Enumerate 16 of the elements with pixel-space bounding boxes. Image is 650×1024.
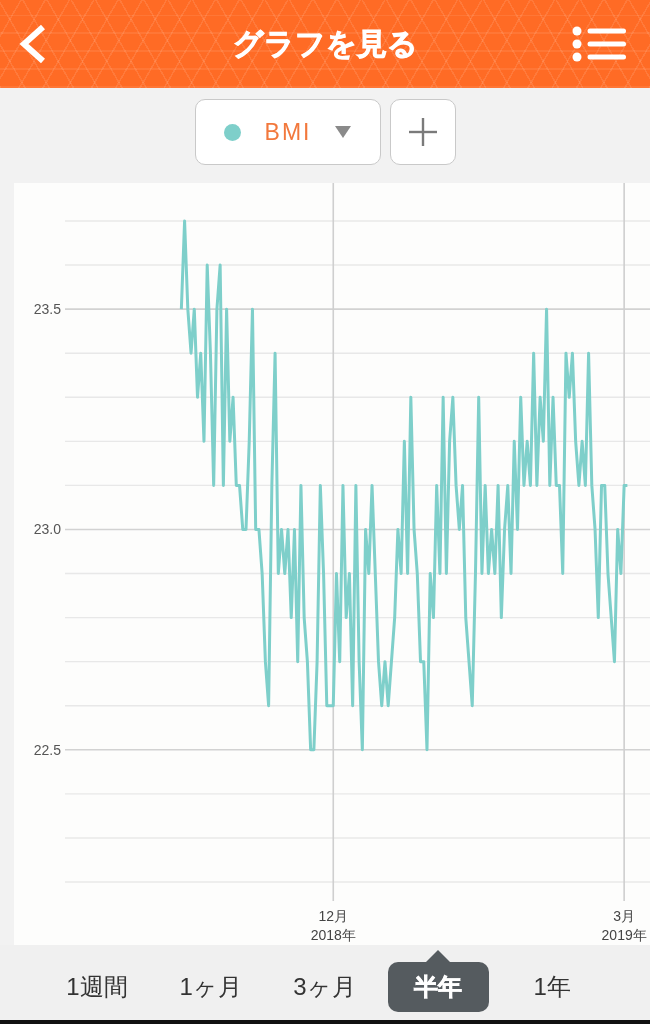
add-button[interactable] <box>389 99 456 165</box>
x-axis-label: 12月 2018年 <box>310 908 356 943</box>
y-axis-label: 23.5 <box>33 301 61 318</box>
y-axis-label: 23.0 <box>33 521 61 538</box>
period-tab[interactable]: 1週間 <box>46 962 148 1012</box>
y-axis-label: 22.5 <box>33 741 61 758</box>
period-tab[interactable]: 1年 <box>501 962 603 1012</box>
back-icon <box>18 24 46 64</box>
plus-icon <box>408 118 437 146</box>
caret-icon <box>335 126 352 138</box>
x-axis-label: 3月 2019年 <box>601 908 647 943</box>
selection-pointer-icon <box>425 950 452 963</box>
page-title: グラフを見る <box>232 26 418 62</box>
period-tab[interactable]: 3ヶ月 <box>274 962 375 1012</box>
period-tab[interactable]: 1ヶ月 <box>160 962 262 1012</box>
menu-icon <box>572 26 626 62</box>
